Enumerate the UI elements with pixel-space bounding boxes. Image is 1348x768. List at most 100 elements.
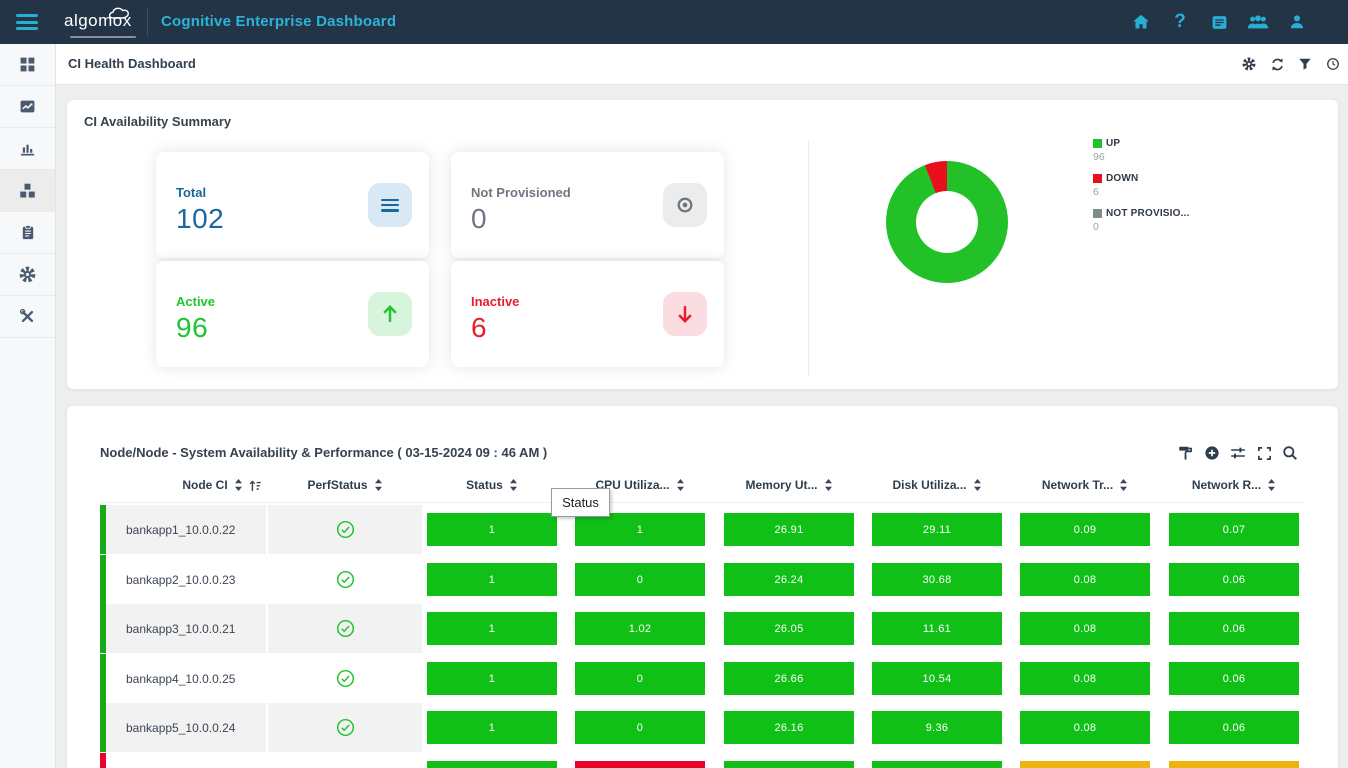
sort-icon[interactable] [973, 479, 982, 491]
network-rx-cell[interactable] [1169, 761, 1299, 768]
sidebar-item-reports[interactable] [0, 212, 55, 254]
column-header-network-rx[interactable]: Network R... [1169, 468, 1299, 502]
legend-item-not-provisioned[interactable]: NOT PROVISIO... 0 [1093, 208, 1190, 233]
form-icon[interactable] [1208, 11, 1230, 33]
cpu-cell[interactable]: 0 [575, 662, 705, 695]
sidebar-item-dashboard[interactable] [0, 44, 55, 86]
table-row[interactable]: bankapp5_10.0.0.24 1 0 26.16 9.36 0.08 0… [100, 703, 1305, 752]
network-rx-cell[interactable]: 0.07 [1169, 513, 1299, 546]
node-ci-cell[interactable]: bankapp1_10.0.0.22 [106, 505, 266, 554]
cpu-cell[interactable]: 0 [575, 711, 705, 744]
search-icon[interactable] [1282, 445, 1298, 461]
sidebar-item-settings[interactable] [0, 254, 55, 296]
sidebar-item-performance[interactable] [0, 86, 55, 128]
column-header-status[interactable]: Status [427, 468, 557, 502]
status-cell[interactable]: 1 [427, 662, 557, 695]
network-tx-cell[interactable] [1020, 761, 1150, 768]
node-ci-cell[interactable]: bankapp3_10.0.0.21 [106, 604, 266, 653]
sidebar-item-analytics[interactable] [0, 128, 55, 170]
perfstatus-cell[interactable] [268, 703, 422, 752]
network-rx-cell[interactable]: 0.06 [1169, 711, 1299, 744]
column-header-network-tx[interactable]: Network Tr... [1020, 468, 1150, 502]
network-tx-cell[interactable]: 0.09 [1020, 513, 1150, 546]
status-cell[interactable]: 1 [427, 612, 557, 645]
status-cell[interactable]: 1 [427, 711, 557, 744]
node-ci-cell[interactable]: bankapp5_10.0.0.24 [106, 703, 266, 752]
history-clock-icon[interactable] [1325, 56, 1341, 72]
network-tx-cell[interactable]: 0.08 [1020, 662, 1150, 695]
table-row[interactable] [100, 753, 1305, 768]
sidebar-item-topology[interactable] [0, 170, 55, 212]
sort-icon[interactable] [234, 479, 243, 491]
network-rx-cell[interactable]: 0.06 [1169, 662, 1299, 695]
home-icon[interactable] [1130, 11, 1152, 33]
sliders-icon[interactable] [1230, 445, 1246, 461]
total-card[interactable]: Total 102 [156, 152, 429, 258]
column-header-memory[interactable]: Memory Ut... [724, 468, 854, 502]
cpu-cell[interactable]: 1 [575, 513, 705, 546]
network-rx-cell[interactable]: 0.06 [1169, 563, 1299, 596]
memory-cell[interactable]: 26.91 [724, 513, 854, 546]
settings-gear-icon[interactable] [1241, 56, 1257, 72]
sort-icon[interactable] [1119, 479, 1128, 491]
active-card[interactable]: Active 96 [156, 261, 429, 367]
memory-cell[interactable]: 26.66 [724, 662, 854, 695]
status-cell[interactable]: 1 [427, 563, 557, 596]
app-logo[interactable]: algomox [64, 4, 144, 40]
inactive-card[interactable]: Inactive 6 [451, 261, 724, 367]
cpu-cell[interactable] [575, 761, 705, 768]
perfstatus-cell[interactable] [268, 654, 422, 703]
table-row[interactable]: bankapp2_10.0.0.23 1 0 26.24 30.68 0.08 … [100, 555, 1305, 604]
user-icon[interactable] [1286, 11, 1308, 33]
sort-icon[interactable] [374, 479, 383, 491]
network-tx-cell[interactable]: 0.08 [1020, 612, 1150, 645]
disk-cell[interactable]: 29.11 [872, 513, 1002, 546]
disk-cell[interactable]: 11.61 [872, 612, 1002, 645]
filter-icon[interactable] [1297, 56, 1313, 72]
hamburger-menu-icon[interactable] [16, 14, 38, 30]
disk-cell[interactable] [872, 761, 1002, 768]
refresh-icon[interactable] [1269, 56, 1285, 72]
column-header-disk[interactable]: Disk Utiliza... [872, 468, 1002, 502]
sort-icon[interactable] [824, 479, 833, 491]
perfstatus-cell[interactable] [268, 604, 422, 653]
cpu-cell[interactable]: 1.02 [575, 612, 705, 645]
legend-item-up[interactable]: UP 96 [1093, 138, 1190, 163]
memory-cell[interactable]: 26.05 [724, 612, 854, 645]
not-provisioned-card[interactable]: Not Provisioned 0 [451, 152, 724, 258]
table-row[interactable]: bankapp1_10.0.0.22 1 1 26.91 29.11 0.09 … [100, 505, 1305, 554]
dot-circle-icon[interactable] [663, 183, 707, 227]
expand-icon[interactable] [1256, 445, 1272, 461]
node-ci-cell[interactable]: bankapp2_10.0.0.23 [106, 555, 266, 604]
disk-cell[interactable]: 30.68 [872, 563, 1002, 596]
sort-icon[interactable] [509, 479, 518, 491]
disk-cell[interactable]: 9.36 [872, 711, 1002, 744]
status-cell[interactable]: 1 [427, 513, 557, 546]
paint-roller-icon[interactable] [1178, 445, 1194, 461]
network-tx-cell[interactable]: 0.08 [1020, 563, 1150, 596]
sort-icon[interactable] [1267, 479, 1276, 491]
node-ci-cell[interactable]: bankapp4_10.0.0.25 [106, 654, 266, 703]
arrow-down-icon[interactable] [663, 292, 707, 336]
disk-cell[interactable]: 10.54 [872, 662, 1002, 695]
memory-cell[interactable] [724, 761, 854, 768]
plus-circle-icon[interactable] [1204, 445, 1220, 461]
menu-lines-icon[interactable] [368, 183, 412, 227]
users-icon[interactable] [1247, 11, 1269, 33]
sort-amount-icon[interactable] [249, 479, 262, 492]
table-row[interactable]: bankapp3_10.0.0.21 1 1.02 26.05 11.61 0.… [100, 604, 1305, 653]
cpu-cell[interactable]: 0 [575, 563, 705, 596]
perfstatus-cell[interactable] [268, 555, 422, 604]
status-cell[interactable] [427, 761, 557, 768]
node-ci-cell[interactable] [106, 753, 266, 768]
memory-cell[interactable]: 26.16 [724, 711, 854, 744]
sort-icon[interactable] [676, 479, 685, 491]
perfstatus-cell[interactable] [268, 505, 422, 554]
network-rx-cell[interactable]: 0.06 [1169, 612, 1299, 645]
network-tx-cell[interactable]: 0.08 [1020, 711, 1150, 744]
arrow-up-icon[interactable] [368, 292, 412, 336]
sidebar-item-tools[interactable] [0, 296, 55, 338]
table-row[interactable]: bankapp4_10.0.0.25 1 0 26.66 10.54 0.08 … [100, 654, 1305, 703]
memory-cell[interactable]: 26.24 [724, 563, 854, 596]
availability-donut-chart[interactable] [886, 161, 1008, 283]
